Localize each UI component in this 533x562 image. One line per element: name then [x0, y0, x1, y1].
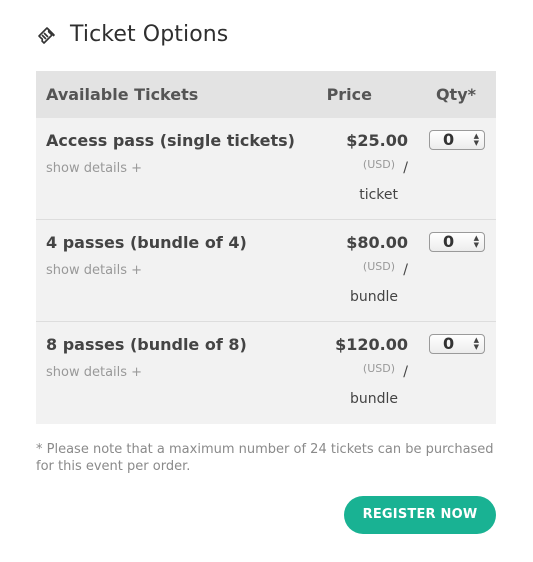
- ticket-currency: (USD): [362, 158, 395, 171]
- column-header-price: Price: [326, 85, 372, 104]
- ticket-row-4-passes: 4 passes (bundle of 4) show details + $8…: [36, 220, 496, 322]
- ticket-name: 8 passes (bundle of 8): [46, 335, 247, 354]
- ticket-name: Access pass (single tickets): [46, 131, 295, 150]
- quantity-value: 0: [443, 334, 455, 353]
- page-title: Ticket Options: [70, 22, 229, 47]
- column-header-qty: Qty*: [435, 85, 476, 104]
- show-details-link[interactable]: show details +: [46, 263, 142, 278]
- ticket-row-8-passes: 8 passes (bundle of 8) show details + $1…: [36, 322, 496, 424]
- ticket-icon: [36, 24, 58, 46]
- ticket-row-access-pass: Access pass (single tickets) show detail…: [36, 118, 496, 220]
- ticket-currency: (USD): [362, 260, 395, 273]
- select-arrows-icon: ▲ ▼: [473, 234, 479, 249]
- ticket-currency: (USD): [362, 362, 395, 375]
- select-arrows-icon: ▲ ▼: [473, 132, 479, 147]
- ticket-price: $80.00: [346, 233, 408, 252]
- price-separator: /: [403, 262, 408, 278]
- quantity-select[interactable]: 0 ▲ ▼: [429, 232, 485, 252]
- price-separator: /: [403, 160, 408, 176]
- show-details-link[interactable]: show details +: [46, 161, 142, 176]
- select-arrows-icon: ▲ ▼: [473, 336, 479, 351]
- purchase-limit-note: * Please note that a maximum number of 2…: [36, 442, 494, 474]
- price-separator: /: [403, 364, 408, 380]
- ticket-price: $25.00: [346, 131, 408, 150]
- ticket-unit: ticket: [359, 187, 398, 203]
- quantity-select[interactable]: 0 ▲ ▼: [429, 130, 485, 150]
- ticket-unit: bundle: [349, 289, 398, 305]
- quantity-value: 0: [443, 232, 455, 251]
- register-now-button[interactable]: REGISTER NOW: [344, 496, 496, 534]
- ticket-table: Available Tickets Price Qty* Access pass…: [36, 71, 496, 424]
- ticket-options-header: Ticket Options: [36, 22, 228, 47]
- show-details-link[interactable]: show details +: [46, 365, 142, 380]
- ticket-price: $120.00: [335, 335, 408, 354]
- quantity-value: 0: [443, 130, 455, 149]
- column-header-tickets: Available Tickets: [46, 85, 199, 104]
- ticket-unit: bundle: [349, 391, 398, 407]
- ticket-name: 4 passes (bundle of 4): [46, 233, 247, 252]
- quantity-select[interactable]: 0 ▲ ▼: [429, 334, 485, 354]
- ticket-table-header: Available Tickets Price Qty*: [36, 71, 496, 118]
